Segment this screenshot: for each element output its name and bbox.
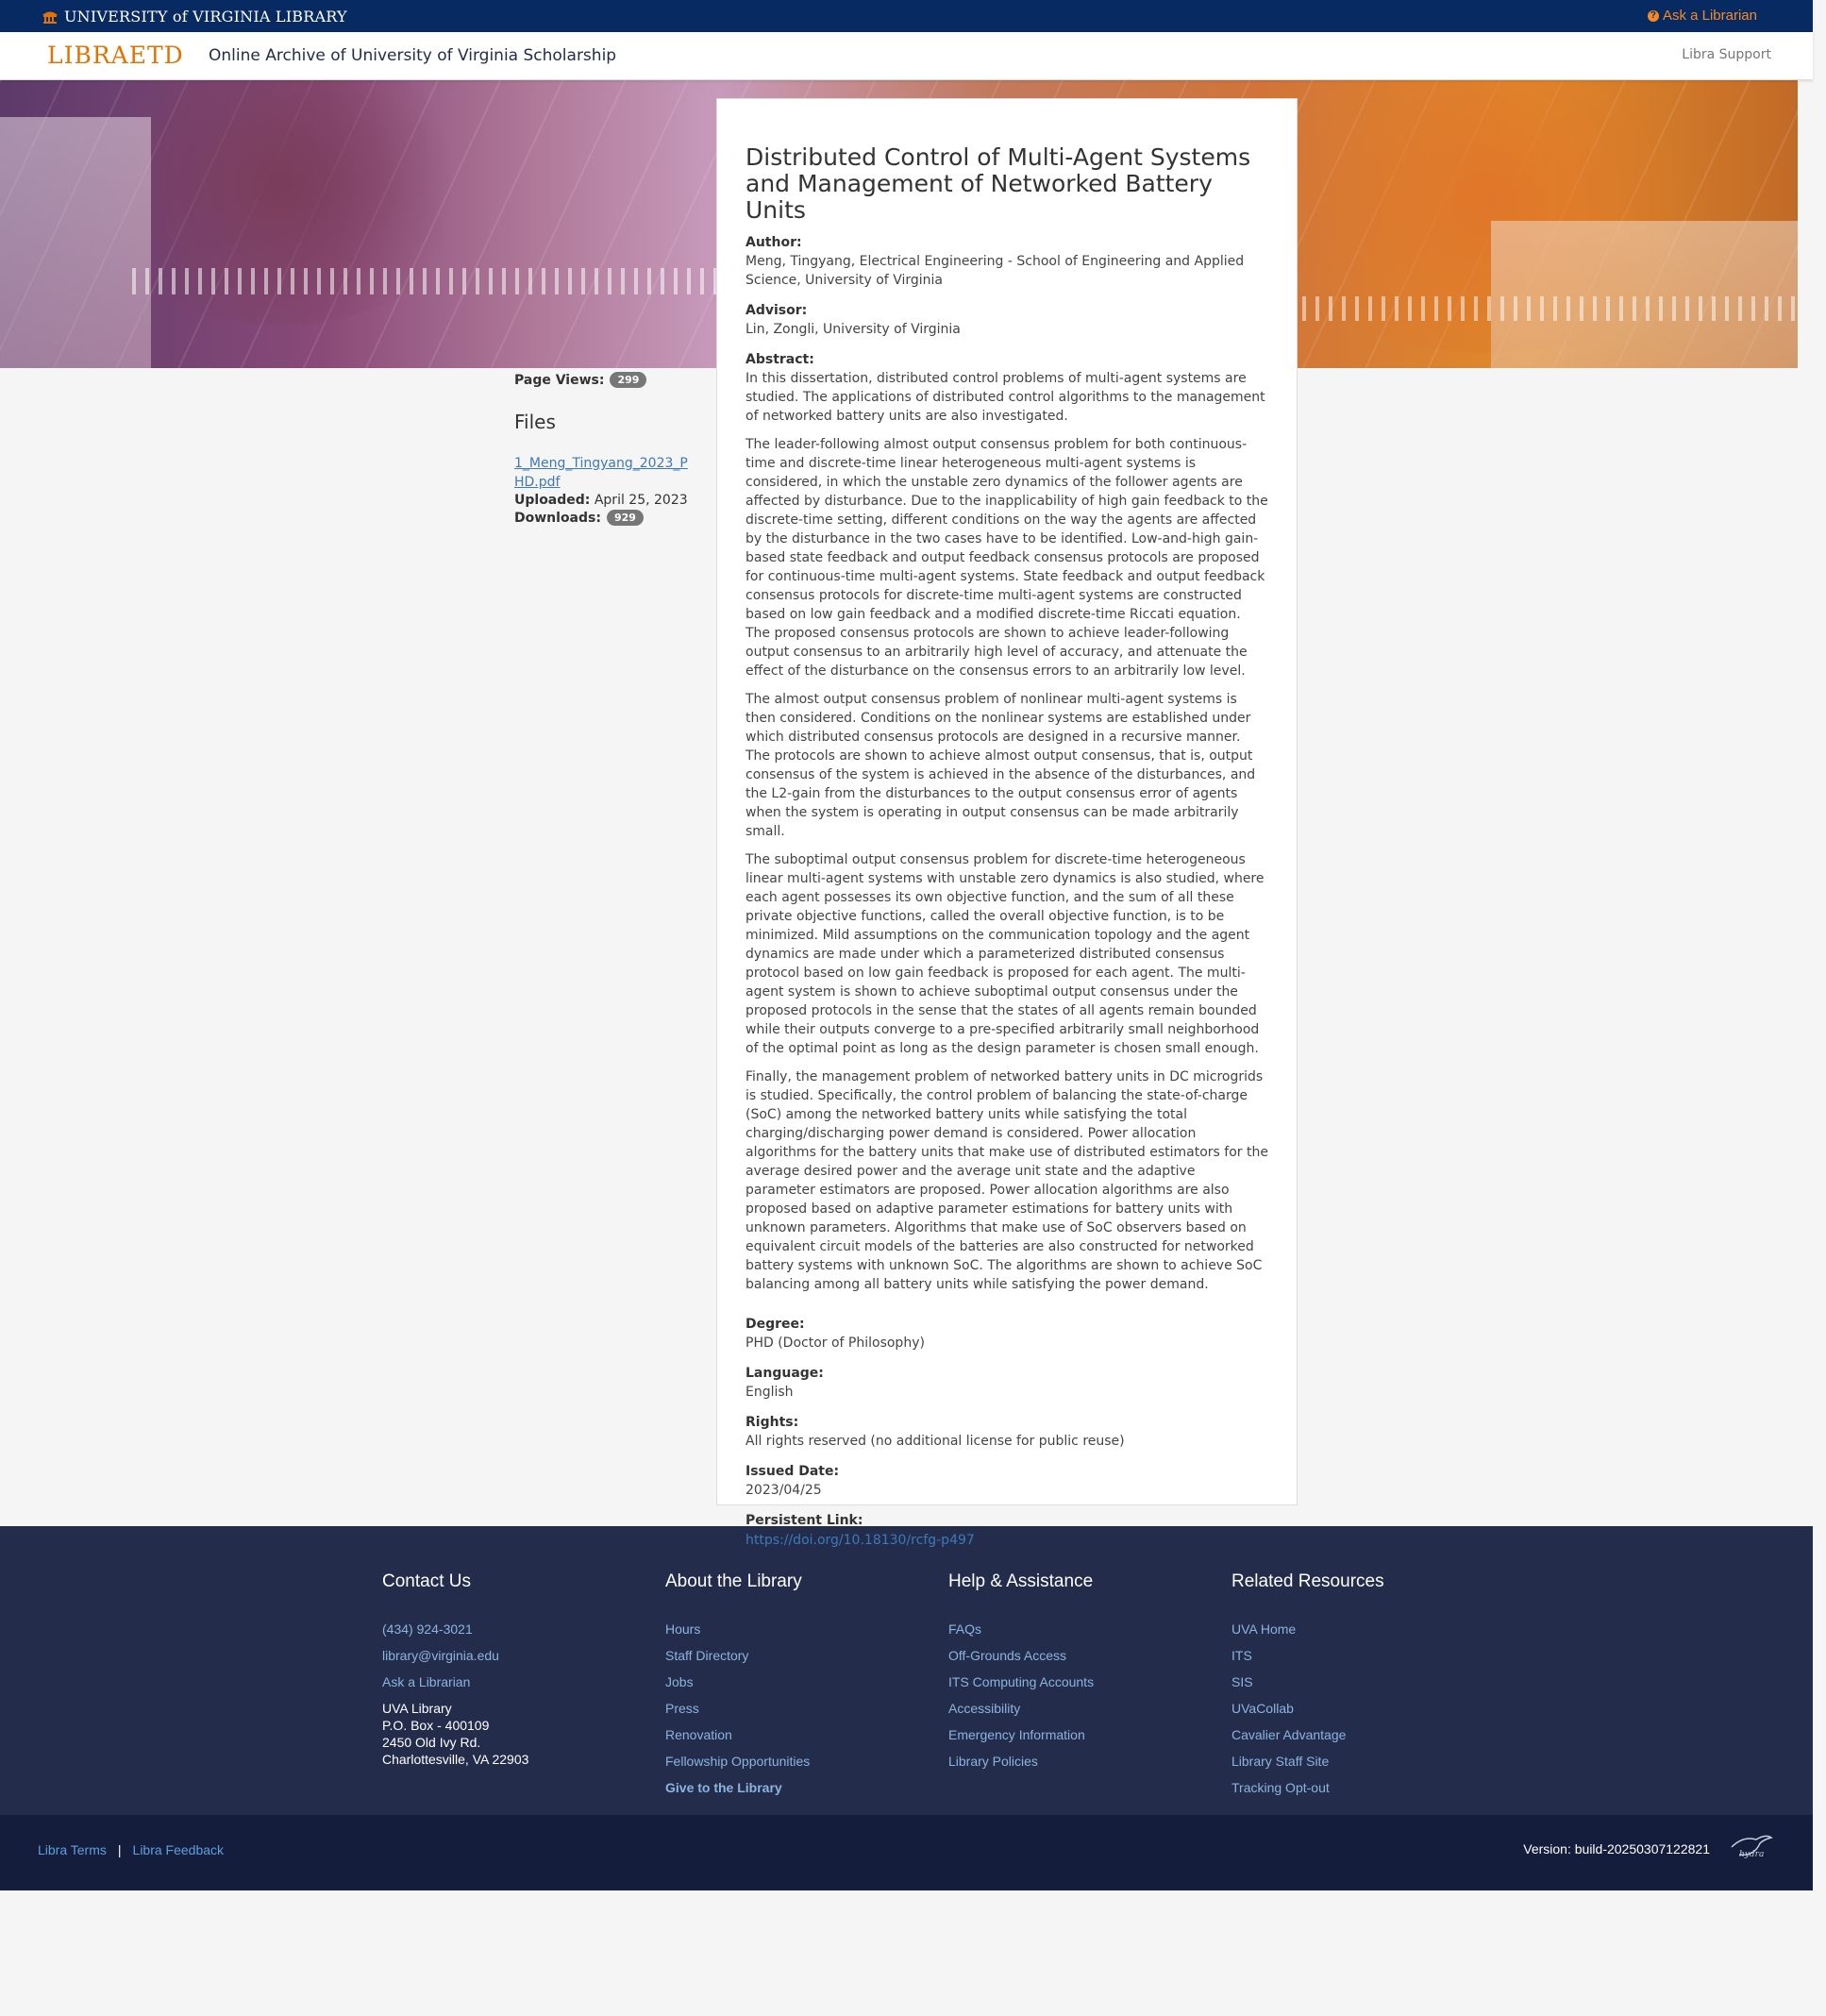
address-line: 2450 Old Ivy Rd. bbox=[382, 1735, 481, 1750]
footer-related-column: Related Resources UVA Home ITS SIS UVaCo… bbox=[1231, 1571, 1496, 1806]
downloads-label: Downloads: bbox=[514, 510, 601, 526]
uploaded-date: April 25, 2023 bbox=[594, 493, 688, 508]
footer-link-policies[interactable]: Library Policies bbox=[948, 1753, 1213, 1770]
uva-library-logo[interactable]: UNIVERSITY of VIRGINIA LIBRARY bbox=[42, 7, 347, 25]
work-sidebar: Page Views: 299 Files 1_Meng_Tingyang_20… bbox=[514, 372, 698, 526]
uva-library-topbar: UNIVERSITY of VIRGINIA LIBRARY ? Ask a L… bbox=[0, 0, 1813, 32]
address-line: Charlottesville, VA 22903 bbox=[382, 1752, 529, 1767]
uploaded-label: Uploaded: bbox=[514, 493, 591, 508]
ask-librarian-link[interactable]: ? Ask a Librarian bbox=[1647, 8, 1757, 24]
page-views-label: Page Views: bbox=[514, 372, 605, 388]
downloads-info: Downloads: 929 bbox=[514, 510, 698, 526]
issued-date-value: 2023/04/25 bbox=[745, 1483, 822, 1498]
footer-address: UVA Library P.O. Box - 400109 2450 Old I… bbox=[382, 1700, 646, 1768]
footer-link-emergency[interactable]: Emergency Information bbox=[948, 1726, 1213, 1743]
work-detail-card: Distributed Control of Multi-Agent Syste… bbox=[716, 98, 1298, 1548]
libra-footer-links: Libra Terms | Libra Feedback bbox=[38, 1842, 224, 1857]
footer-link-give[interactable]: Give to the Library bbox=[665, 1779, 930, 1796]
footer-contact-heading: Contact Us bbox=[382, 1571, 471, 1591]
libra-navbar: LIBRAETD Online Archive of University of… bbox=[0, 32, 1813, 80]
rights-label: Rights: bbox=[745, 1415, 799, 1430]
page-views: Page Views: 299 bbox=[514, 372, 698, 388]
abstract-paragraph: The almost output consensus problem of n… bbox=[745, 692, 1256, 839]
downloads-badge: 929 bbox=[606, 510, 644, 526]
language-label: Language: bbox=[745, 1366, 824, 1381]
advisor-label: Advisor: bbox=[745, 303, 808, 318]
site-footer: Contact Us (434) 924-3021 library@virgin… bbox=[0, 1526, 1813, 1815]
footer-link-uvacollab[interactable]: UVaCollab bbox=[1231, 1700, 1496, 1717]
degree-label: Degree: bbox=[745, 1317, 805, 1332]
hydra-logo-text: hydra bbox=[1739, 1850, 1764, 1859]
persistent-link[interactable]: https://doi.org/10.18130/rcfg-p497 bbox=[745, 1533, 975, 1548]
version-text: Version: build-20250307122821 bbox=[1523, 1841, 1710, 1856]
footer-link-cavalier[interactable]: Cavalier Advantage bbox=[1231, 1726, 1496, 1743]
site-subtitle-link[interactable]: Online Archive of University of Virginia… bbox=[209, 46, 616, 65]
footer-about-heading: About the Library bbox=[665, 1571, 802, 1591]
footer-link-staff-site[interactable]: Library Staff Site bbox=[1231, 1753, 1496, 1770]
footer-contact-column: Contact Us (434) 924-3021 library@virgin… bbox=[382, 1571, 646, 1768]
uva-library-logo-text: UNIVERSITY of VIRGINIA LIBRARY bbox=[64, 7, 347, 25]
ask-librarian-label: Ask a Librarian bbox=[1662, 8, 1757, 24]
footer-link-its-accounts[interactable]: ITS Computing Accounts bbox=[948, 1673, 1213, 1690]
uploaded-info: Uploaded: April 25, 2023 bbox=[514, 493, 698, 508]
author-value: Meng, Tingyang, Electrical Engineering -… bbox=[745, 254, 1245, 288]
page-views-badge: 299 bbox=[610, 372, 647, 388]
libra-feedback-link[interactable]: Libra Feedback bbox=[133, 1842, 225, 1857]
author-label: Author: bbox=[745, 235, 802, 250]
address-line: P.O. Box - 400109 bbox=[382, 1718, 490, 1733]
footer-link-accessibility[interactable]: Accessibility bbox=[948, 1700, 1213, 1717]
abstract-paragraph: The leader-following almost output conse… bbox=[745, 437, 1268, 679]
footer-link-sis[interactable]: SIS bbox=[1231, 1673, 1496, 1690]
libra-support-link[interactable]: Libra Support bbox=[1682, 47, 1771, 62]
footer-email-link[interactable]: library@virginia.edu bbox=[382, 1647, 646, 1664]
footer-link-uva-home[interactable]: UVA Home bbox=[1231, 1621, 1496, 1638]
footer-link-its[interactable]: ITS bbox=[1231, 1647, 1496, 1664]
footer-link-press[interactable]: Press bbox=[665, 1700, 930, 1717]
hydra-logo-icon[interactable]: hydra bbox=[1726, 1832, 1775, 1860]
abstract-body: In this dissertation, distributed contro… bbox=[745, 369, 1268, 1294]
libra-etd-logo[interactable]: LIBRAETD bbox=[47, 42, 184, 69]
question-circle-icon: ? bbox=[1647, 9, 1659, 22]
footer-phone-link[interactable]: (434) 924-3021 bbox=[382, 1621, 646, 1638]
file-download-link[interactable]: 1_Meng_Tingyang_2023_PHD.pdf bbox=[514, 454, 689, 492]
abstract-paragraph: In this dissertation, distributed contro… bbox=[745, 371, 1265, 424]
abstract-paragraph: Finally, the management problem of netwo… bbox=[745, 1069, 1268, 1292]
issued-date-label: Issued Date: bbox=[745, 1464, 840, 1479]
address-line: UVA Library bbox=[382, 1701, 452, 1716]
footer-separator: | bbox=[117, 1842, 122, 1857]
footer-link-renovation[interactable]: Renovation bbox=[665, 1726, 930, 1743]
sub-footer: Libra Terms | Libra Feedback Version: bu… bbox=[0, 1815, 1813, 1890]
footer-link-fellowship[interactable]: Fellowship Opportunities bbox=[665, 1753, 930, 1770]
footer-link-hours[interactable]: Hours bbox=[665, 1621, 930, 1638]
footer-link-jobs[interactable]: Jobs bbox=[665, 1673, 930, 1690]
abstract-label: Abstract: bbox=[745, 352, 814, 367]
footer-link-faqs[interactable]: FAQs bbox=[948, 1621, 1213, 1638]
rotunda-icon bbox=[42, 11, 58, 24]
footer-related-heading: Related Resources bbox=[1231, 1571, 1384, 1591]
footer-about-column: About the Library Hours Staff Directory … bbox=[665, 1571, 930, 1806]
footer-help-column: Help & Assistance FAQs Off-Grounds Acces… bbox=[948, 1571, 1213, 1779]
libra-terms-link[interactable]: Libra Terms bbox=[38, 1842, 107, 1857]
language-value: English bbox=[745, 1385, 794, 1400]
rights-value: All rights reserved (no additional licen… bbox=[745, 1434, 1125, 1449]
footer-link-off-grounds[interactable]: Off-Grounds Access bbox=[948, 1647, 1213, 1664]
work-title: Distributed Control of Multi-Agent Syste… bbox=[745, 143, 1251, 224]
advisor-value: Lin, Zongli, University of Virginia bbox=[745, 322, 961, 337]
footer-help-heading: Help & Assistance bbox=[948, 1571, 1094, 1591]
persistent-link-label: Persistent Link: bbox=[745, 1513, 863, 1528]
footer-ask-librarian-link[interactable]: Ask a Librarian bbox=[382, 1673, 646, 1690]
files-heading: Files bbox=[514, 411, 556, 433]
footer-link-tracking-opt-out[interactable]: Tracking Opt-out bbox=[1231, 1779, 1496, 1796]
degree-value: PHD (Doctor of Philosophy) bbox=[745, 1336, 925, 1351]
footer-link-staff-directory[interactable]: Staff Directory bbox=[665, 1647, 930, 1664]
abstract-paragraph: The suboptimal output consensus problem … bbox=[745, 852, 1265, 1056]
